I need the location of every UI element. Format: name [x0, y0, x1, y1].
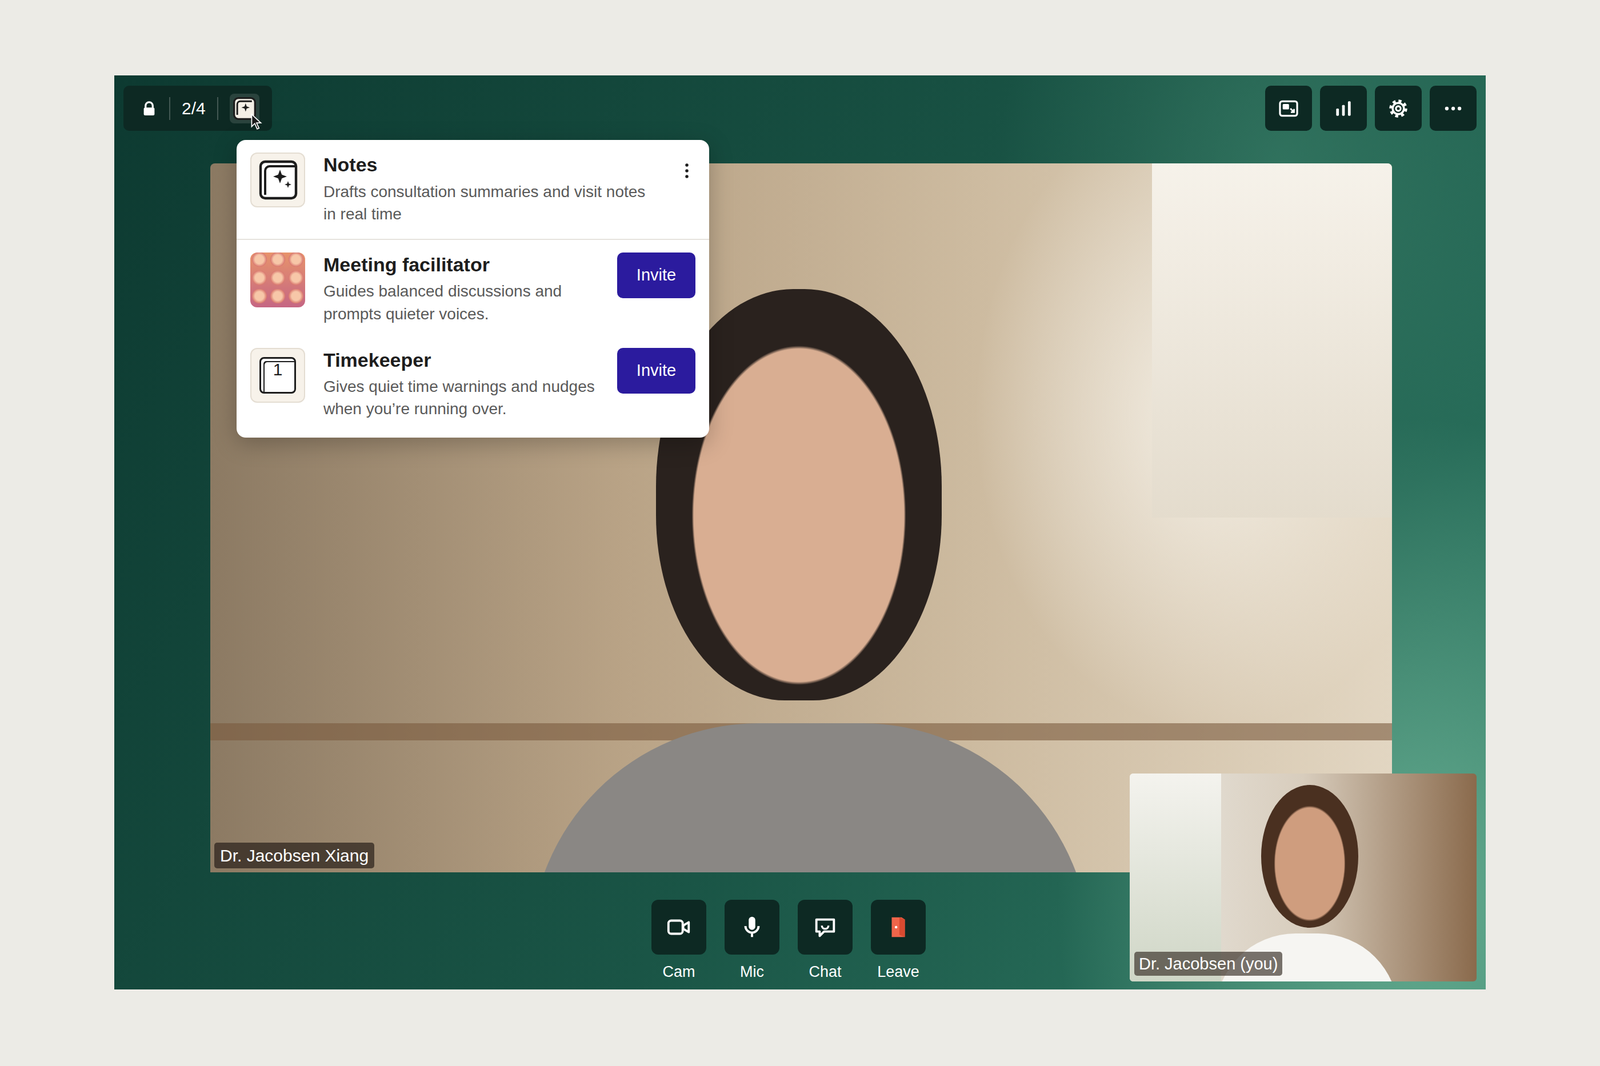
- mic-button[interactable]: [724, 900, 780, 955]
- app-description: Guides balanced discussions and prompts …: [323, 280, 599, 325]
- divider: [217, 97, 219, 120]
- invite-button[interactable]: Invite: [617, 252, 696, 299]
- settings-button[interactable]: [1374, 85, 1422, 131]
- invite-button[interactable]: Invite: [617, 348, 696, 394]
- self-label: Dr. Jacobsen (you): [1134, 952, 1283, 976]
- control-item: Cam: [651, 900, 707, 982]
- microphone-icon: [738, 914, 766, 941]
- leave-icon: [885, 914, 912, 941]
- scene-window: [1152, 163, 1392, 518]
- app-options-button[interactable]: [678, 152, 696, 190]
- app-description: Drafts consultation summaries and visit …: [323, 180, 660, 226]
- cam-button[interactable]: [651, 900, 707, 955]
- app-text: NotesDrafts consultation summaries and v…: [323, 152, 660, 226]
- control-label: Leave: [877, 962, 920, 982]
- self-video: Dr. Jacobsen (you): [1129, 773, 1477, 982]
- picture-in-picture-icon: [1277, 97, 1300, 120]
- gear-icon: [1387, 97, 1410, 120]
- picture-in-picture-button[interactable]: [1265, 85, 1312, 131]
- app-name: Meeting facilitator: [323, 252, 599, 278]
- self-scene-window: [1129, 773, 1222, 982]
- room-controls: 2/4: [123, 85, 272, 131]
- apps-menu: NotesDrafts consultation summaries and v…: [236, 140, 710, 438]
- control-label: Chat: [808, 962, 842, 982]
- stats-button[interactable]: [1320, 85, 1367, 131]
- control-item: Chat: [797, 900, 853, 982]
- more-button[interactable]: [1429, 85, 1477, 131]
- lock-button[interactable]: [140, 100, 158, 118]
- bar-chart-icon: [1332, 97, 1355, 120]
- divider: [169, 97, 171, 120]
- control-label: Cam: [662, 962, 695, 982]
- app-row: 1 TimekeeperGives quiet time warnings and…: [236, 335, 710, 431]
- app-name: Notes: [323, 152, 660, 178]
- control-item: Leave: [870, 900, 926, 982]
- pattern-icon: [250, 252, 306, 308]
- sparkle-keycap-icon: [254, 157, 301, 203]
- top-actions: [1265, 85, 1477, 131]
- top-bar: 2/4: [123, 85, 1477, 131]
- lock-icon: [140, 100, 158, 118]
- call-window: 2/4 Dr. Jacobsen Xiang Cam Mic Chat Leave Dr. …: [114, 75, 1486, 990]
- control-item: Mic: [724, 900, 780, 982]
- control-label: Mic: [740, 962, 764, 982]
- participant-count: 2/4: [181, 98, 206, 119]
- vertical-dots-icon: [684, 161, 690, 180]
- scene-person: [530, 723, 1091, 873]
- chat-button[interactable]: [797, 900, 853, 955]
- app-name: Timekeeper: [323, 348, 599, 373]
- self-scene-head: [1261, 785, 1359, 928]
- cursor-icon: [250, 113, 263, 131]
- camera-icon: [665, 914, 692, 941]
- app-row: NotesDrafts consultation summaries and v…: [236, 140, 710, 240]
- keycap-glyph: 1: [273, 358, 283, 392]
- keycap-icon: 1: [250, 348, 306, 403]
- app-row: Meeting facilitatorGuides balanced discu…: [236, 240, 710, 336]
- page: 2/4 Dr. Jacobsen Xiang Cam Mic Chat Leave Dr. …: [0, 0, 1600, 1066]
- app-text: TimekeeperGives quiet time warnings and …: [323, 348, 599, 421]
- app-description: Gives quiet time warnings and nudges whe…: [323, 375, 599, 420]
- chat-icon: [812, 914, 839, 941]
- sparkle-icon: [250, 152, 306, 208]
- app-text: Meeting facilitatorGuides balanced discu…: [323, 252, 599, 326]
- leave-button[interactable]: [870, 900, 926, 955]
- participant-label: Dr. Jacobsen Xiang: [214, 842, 375, 870]
- more-icon: [1442, 97, 1464, 120]
- keycap-face: 1: [259, 357, 296, 394]
